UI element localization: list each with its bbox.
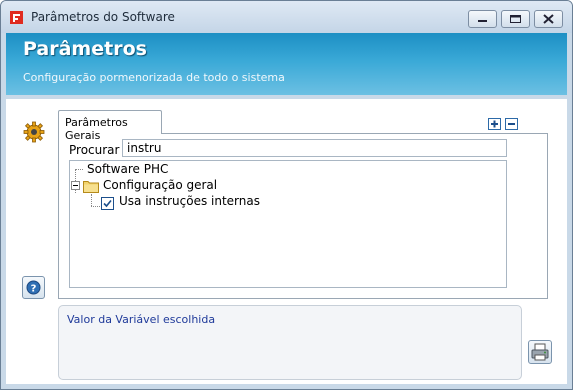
search-input[interactable]: [122, 139, 507, 157]
tree-root-label[interactable]: Software PHC: [87, 162, 168, 176]
gear-icon: [23, 121, 45, 143]
title-bar[interactable]: Parâmetros do Software: [1, 1, 572, 33]
main-content: ? Parâmetros Gerais Procurar : Software …: [6, 99, 567, 384]
search-label: Procurar :: [69, 143, 128, 157]
collapse-all-button[interactable]: [505, 118, 518, 130]
tree-connector: [75, 169, 83, 170]
close-icon: [543, 14, 554, 24]
minus-icon: [508, 123, 515, 125]
close-button[interactable]: [534, 10, 563, 28]
minimize-button[interactable]: [468, 10, 497, 28]
tree-connector: [91, 206, 100, 207]
folder-icon: [83, 181, 99, 193]
print-button[interactable]: [528, 340, 552, 364]
checkbox-usa-instrucoes[interactable]: [101, 197, 114, 210]
page-title: Parâmetros: [23, 38, 147, 60]
minimize-icon: [478, 20, 487, 22]
parameters-tree[interactable]: Software PHC Configuração geral Usa inst…: [69, 160, 507, 288]
window-title: Parâmetros do Software: [31, 10, 175, 24]
variable-value-label: Valor da Variável escolhida: [67, 313, 216, 326]
expand-all-button[interactable]: [488, 118, 501, 130]
parameters-window: Parâmetros do Software Parâmetros Config…: [0, 0, 573, 390]
tree-connector: [91, 194, 92, 206]
variable-value-panel: Valor da Variável escolhida: [58, 305, 522, 380]
tab-label: Parâmetros Gerais: [65, 116, 128, 142]
tree-item-label[interactable]: Usa instruções internas: [119, 194, 260, 208]
plus-icon: [491, 120, 498, 128]
tab-panel: Procurar : Software PHC Configuração ger…: [58, 133, 548, 299]
phc-logo-icon: [10, 11, 23, 24]
maximize-button[interactable]: [501, 10, 530, 28]
svg-text:?: ?: [31, 284, 37, 295]
tab-parametros-gerais[interactable]: Parâmetros Gerais: [58, 110, 162, 142]
printer-icon: [531, 343, 549, 361]
header-banner: Parâmetros Configuração pormenorizada de…: [6, 33, 567, 95]
collapse-node-icon[interactable]: [71, 181, 80, 190]
help-button[interactable]: ?: [22, 276, 45, 299]
maximize-icon: [510, 15, 521, 23]
help-icon: ?: [26, 280, 41, 295]
tree-group-label[interactable]: Configuração geral: [103, 178, 217, 192]
page-subtitle: Configuração pormenorizada de todo o sis…: [23, 71, 285, 84]
